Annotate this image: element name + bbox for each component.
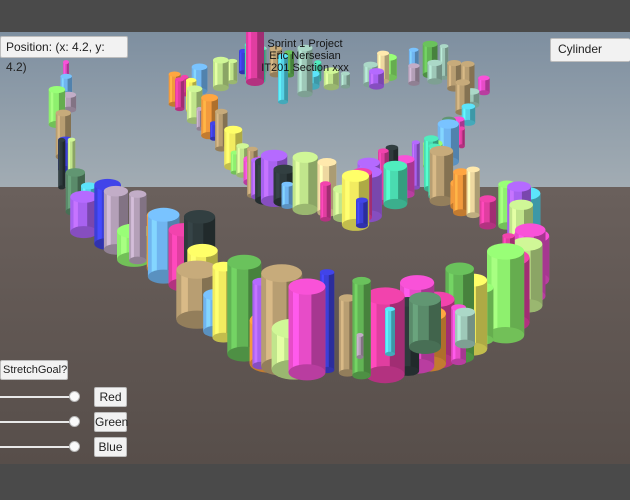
cylinder-object bbox=[429, 145, 454, 207]
cylinder-object bbox=[383, 160, 408, 210]
title-line-section: IT201 Section xxx bbox=[261, 62, 349, 74]
blue-slider-track bbox=[0, 446, 74, 448]
cylinder-object bbox=[175, 77, 185, 112]
red-slider[interactable] bbox=[0, 391, 80, 402]
blue-slider[interactable] bbox=[0, 441, 80, 452]
cylinder-object bbox=[320, 181, 331, 222]
cylinder-object bbox=[385, 306, 395, 357]
blue-button[interactable]: Blue bbox=[94, 437, 127, 457]
green-slider-handle[interactable] bbox=[69, 416, 80, 427]
cylinder-object bbox=[129, 190, 147, 265]
cylinder-object bbox=[409, 292, 441, 354]
cylinder-object bbox=[427, 59, 443, 85]
green-slider[interactable] bbox=[0, 416, 80, 427]
cylinder-object bbox=[479, 195, 497, 230]
stretch-goal-button[interactable]: StretchGoal? bbox=[0, 360, 68, 380]
cylinder-object bbox=[356, 333, 364, 359]
green-slider-track bbox=[0, 421, 74, 423]
red-slider-track bbox=[0, 396, 74, 398]
cylinder-object bbox=[466, 166, 480, 219]
game-window: Position: (x: 4.2, y: 4.2) Sprint 1 Proj… bbox=[0, 0, 630, 500]
title-line-author: Eric Nersesian bbox=[269, 50, 341, 62]
cylinder-object bbox=[356, 197, 368, 229]
red-slider-handle[interactable] bbox=[69, 391, 80, 402]
cylinder-object bbox=[478, 75, 490, 96]
title-line-project: Sprint 1 Project bbox=[267, 38, 343, 50]
cylinder-object bbox=[458, 126, 465, 149]
project-title-block: Sprint 1 Project Eric Nersesian IT201 Se… bbox=[205, 38, 405, 74]
cylinder-object bbox=[352, 276, 371, 380]
position-readout: Position: (x: 4.2, y: 4.2) bbox=[0, 36, 128, 74]
blue-slider-handle[interactable] bbox=[69, 441, 80, 452]
cylinder-object bbox=[340, 71, 350, 89]
cylinder-object bbox=[288, 278, 326, 381]
cylinder-object bbox=[58, 137, 66, 190]
green-button[interactable]: Green bbox=[94, 412, 128, 432]
cylinder-object bbox=[70, 190, 98, 239]
cylinder-object bbox=[292, 151, 318, 215]
red-button[interactable]: Red bbox=[94, 387, 127, 407]
shape-dropdown[interactable]: Cylinder bbox=[550, 38, 630, 62]
cylinder-object bbox=[408, 63, 420, 86]
cylinder-object bbox=[455, 307, 475, 349]
cylinder-object bbox=[281, 181, 294, 209]
